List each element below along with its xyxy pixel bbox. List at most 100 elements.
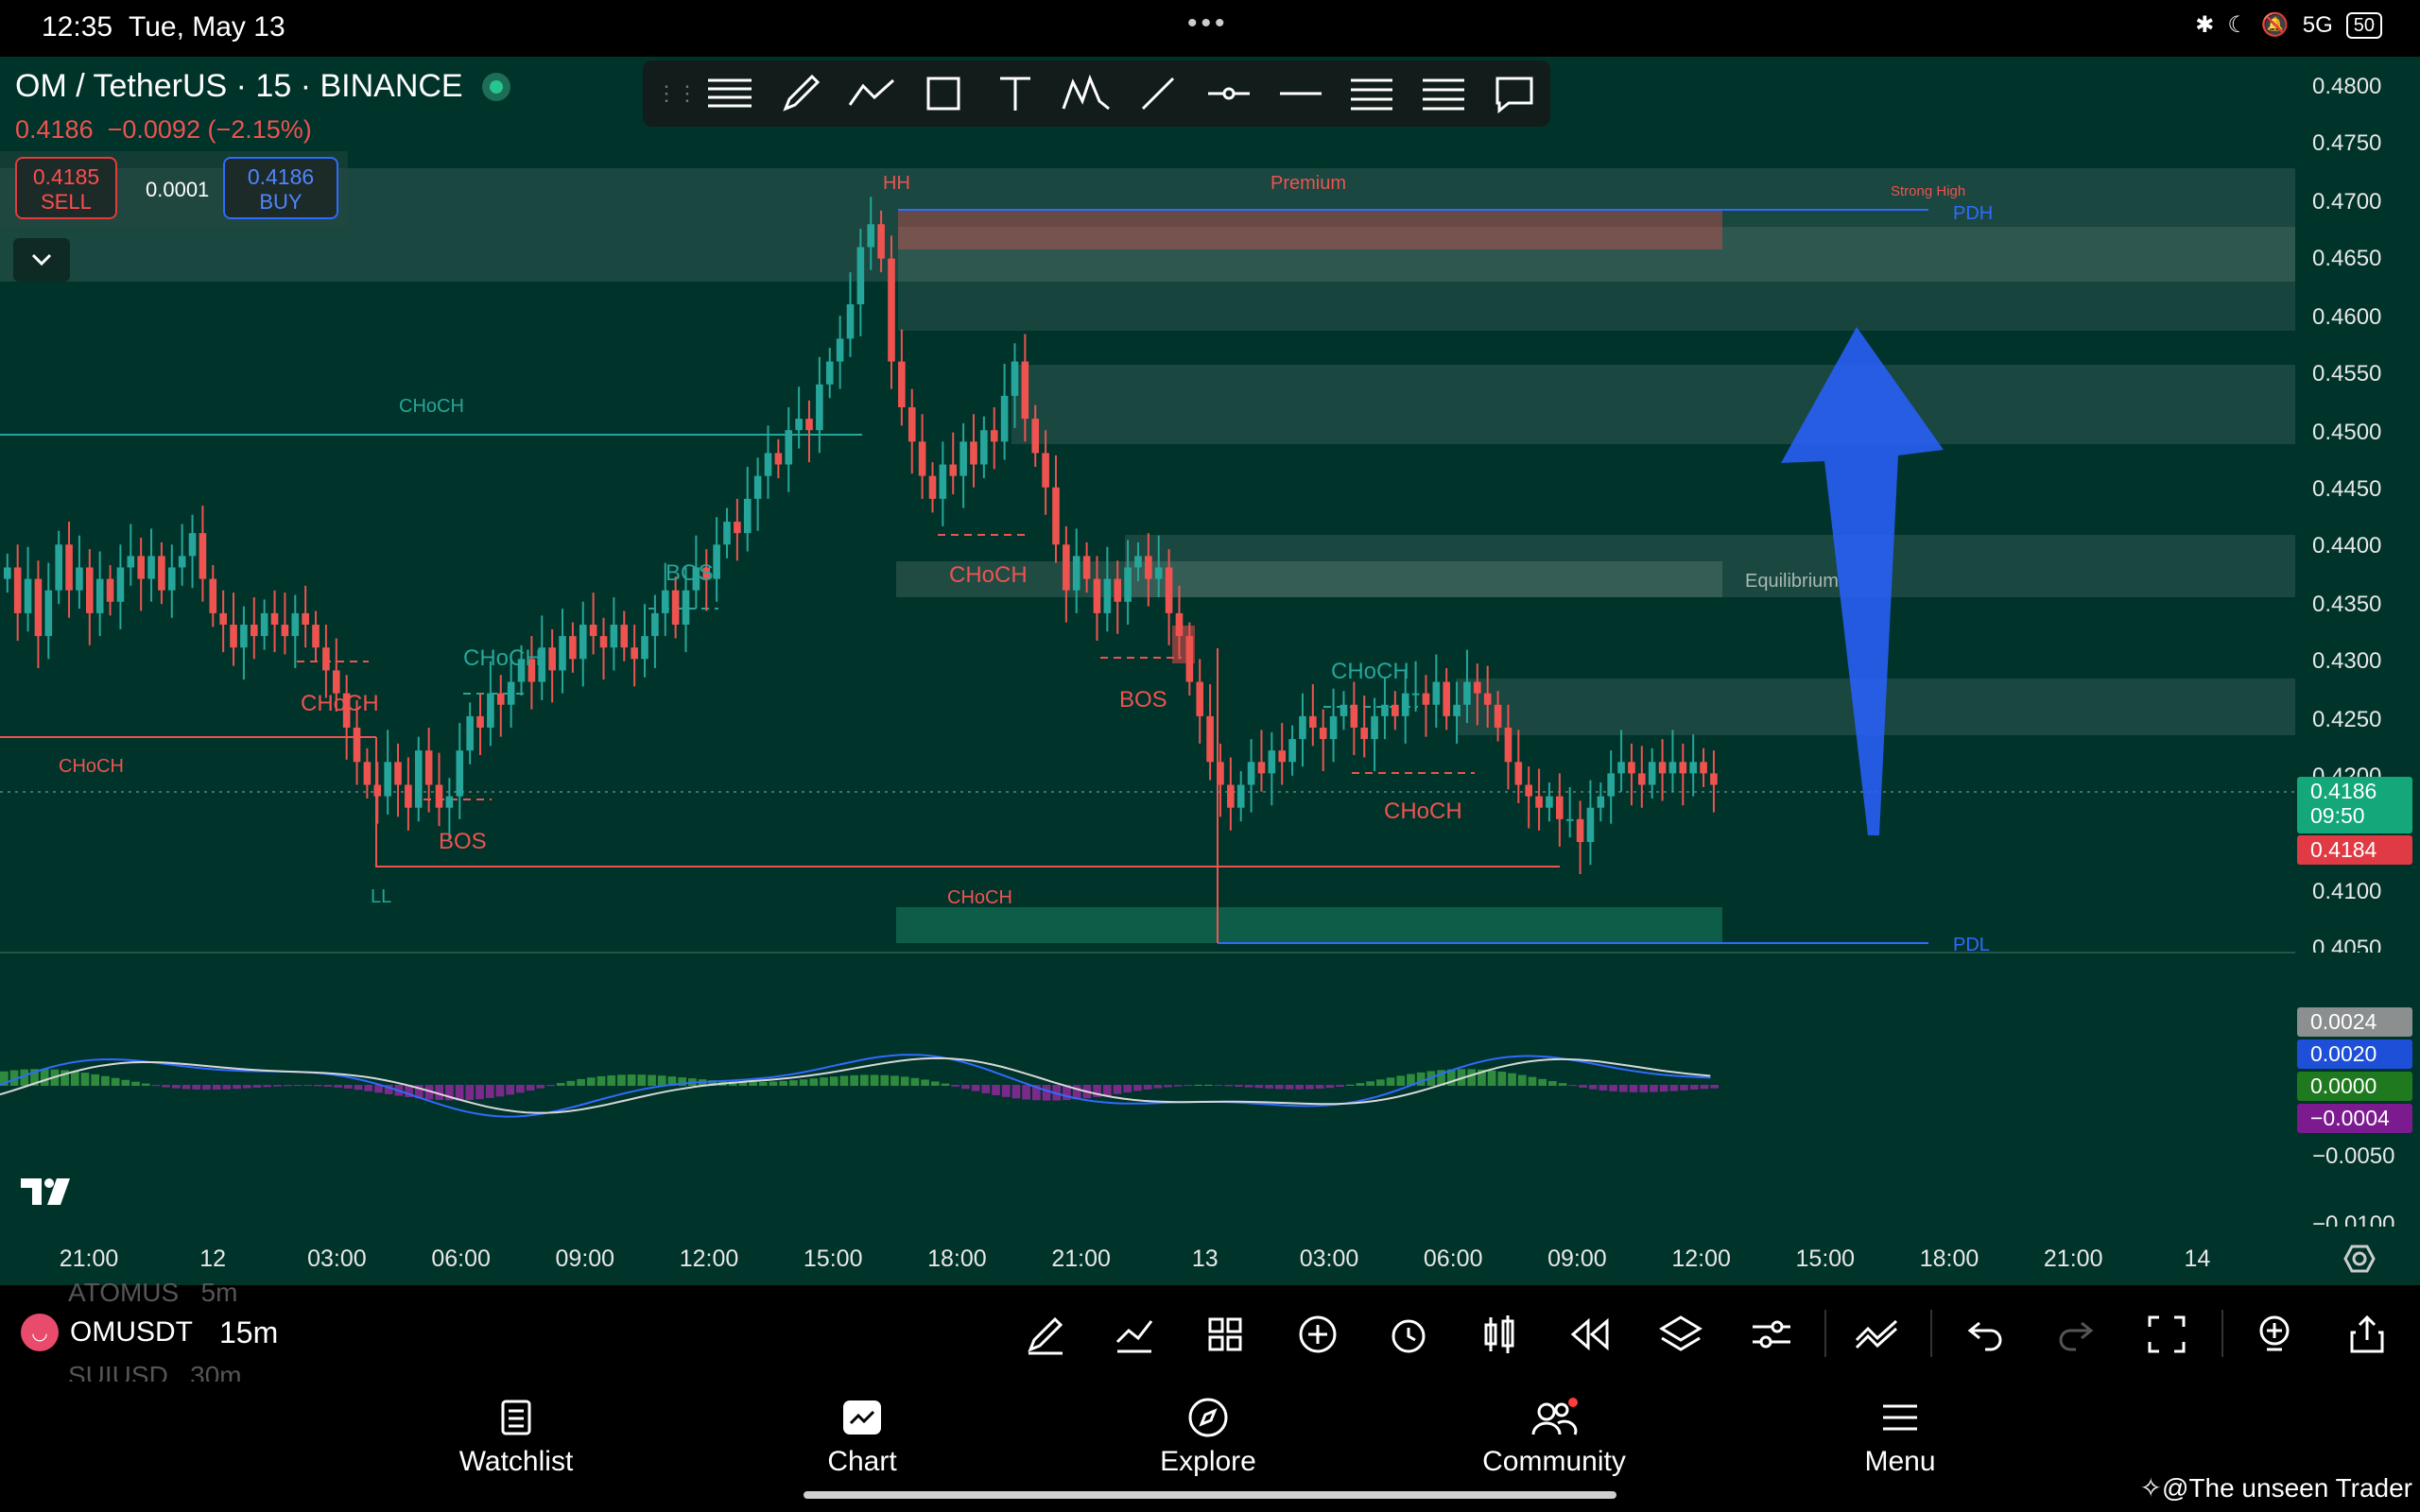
candle-body [414, 750, 423, 808]
label-bos-1: BOS [666, 560, 714, 586]
buy-button[interactable]: 0.4186 BUY [223, 157, 338, 219]
nav-explore[interactable]: Explore [1114, 1395, 1303, 1478]
symbol-header[interactable]: OM / TetherUS · 15 · BINANCE [15, 68, 510, 105]
indicators-icon[interactable] [1108, 1308, 1161, 1361]
macd-histogram-bar [162, 1085, 170, 1088]
chart-type-icon[interactable] [1473, 1308, 1526, 1361]
chart-canvas[interactable]: HH Premium Strong High PDH CHoCH BOS CHo… [0, 57, 2420, 1285]
macd-histogram-bar [131, 1081, 140, 1086]
macd-histogram-bar [1538, 1078, 1547, 1086]
macd-axis-lower: −0.0100 [2312, 1211, 2395, 1227]
candle-body [651, 612, 659, 637]
pencil-icon[interactable] [1019, 1308, 1072, 1361]
macd-histogram-bar [890, 1075, 899, 1086]
macd-histogram-bar [1265, 1085, 1273, 1089]
trend-line-icon[interactable] [1122, 65, 1194, 122]
candle-body [291, 612, 300, 637]
settings-sliders-icon[interactable] [1745, 1308, 1798, 1361]
candle-body [1668, 762, 1677, 774]
chart-pane[interactable]: HH Premium Strong High PDH CHoCH BOS CHo… [0, 57, 2420, 1285]
macd-histogram-bar [475, 1085, 484, 1100]
time-label: 21:00 [59, 1246, 119, 1272]
fullscreen-icon[interactable] [2140, 1308, 2193, 1361]
more-dots-icon[interactable]: ••• [1187, 8, 1229, 40]
alert-clock-icon[interactable] [1382, 1308, 1435, 1361]
add-symbol-icon[interactable] [1291, 1308, 1344, 1361]
macd-histogram-bar [121, 1079, 130, 1086]
macd-histogram-bar [1022, 1085, 1030, 1100]
candle-body [990, 430, 998, 442]
candle-body [1576, 818, 1584, 843]
candle-body [774, 453, 783, 465]
time-label: 12:00 [1671, 1246, 1731, 1272]
undo-icon[interactable] [1959, 1308, 2012, 1361]
horizontal-ray-icon[interactable] [1194, 65, 1266, 122]
macd-histogram-bar [617, 1074, 626, 1086]
nav-chart[interactable]: Chart [768, 1395, 957, 1478]
lines-icon[interactable] [694, 65, 766, 122]
path-icon[interactable] [837, 65, 908, 122]
macd-histogram-bar [91, 1074, 100, 1086]
candle-body [487, 693, 494, 728]
sell-button[interactable]: 0.4185 SELL [15, 157, 117, 219]
sell-price: 0.4185 [32, 164, 100, 189]
current-symbol[interactable]: OMUSDT [70, 1316, 193, 1349]
candle-body [723, 522, 731, 545]
home-indicator[interactable] [804, 1491, 1616, 1499]
nav-menu[interactable]: Menu [1806, 1395, 1995, 1478]
candle-body [394, 762, 402, 785]
candle-body [445, 796, 454, 808]
share-icon[interactable] [2341, 1308, 2394, 1361]
symbol-title[interactable]: OM / TetherUS · 15 · BINANCE [15, 68, 463, 105]
candle-body [1422, 693, 1430, 705]
trading-icon[interactable] [1851, 1308, 1904, 1361]
time-label: 09:00 [1547, 1246, 1607, 1272]
candle-body [1443, 681, 1451, 716]
drag-handle-icon[interactable]: ⋮⋮ [656, 81, 698, 106]
candle-body [65, 544, 73, 591]
macd-histogram-bar [313, 1085, 322, 1087]
candle-body [250, 625, 258, 637]
drawing-toolbar[interactable]: ⋮⋮ [643, 60, 1550, 127]
nav-watchlist[interactable]: Watchlist [422, 1395, 611, 1478]
last-price: 0.4186 [15, 115, 94, 144]
buy-price: 0.4186 [247, 164, 315, 189]
macd-histogram-bar [1558, 1083, 1567, 1086]
candle-body [1103, 578, 1112, 613]
candle-body [178, 556, 186, 568]
rectangle-icon[interactable] [908, 65, 980, 122]
candle-body [1227, 784, 1235, 808]
horizontal-line-icon[interactable] [1265, 65, 1337, 122]
replay-icon[interactable] [1564, 1308, 1616, 1361]
macd-histogram-bar [1123, 1085, 1132, 1093]
label-pdh: PDH [1953, 203, 1993, 224]
bell-off-icon: 🔕 [2260, 12, 2290, 38]
collapse-button[interactable] [13, 238, 70, 282]
watermark-logo-icon: ✧ [2139, 1473, 2162, 1503]
candle-body [1648, 762, 1656, 785]
comment-icon[interactable] [1479, 65, 1551, 122]
fib-ext-icon[interactable] [1408, 65, 1479, 122]
layers-icon[interactable] [1654, 1308, 1707, 1361]
candle-body [127, 556, 135, 568]
layout-grid-icon[interactable] [1199, 1308, 1252, 1361]
symbol-switcher[interactable]: ◡ OMUSDT [21, 1314, 193, 1351]
interval-selector[interactable]: 15m [219, 1315, 278, 1350]
price-label: 0.4750 [2312, 130, 2382, 156]
time-label: 21:00 [2043, 1246, 2103, 1272]
text-icon[interactable] [979, 65, 1051, 122]
pattern-icon[interactable] [1051, 65, 1123, 122]
price-label: 0.4600 [2312, 304, 2382, 330]
candle-body [846, 304, 855, 339]
candle-body [435, 784, 443, 808]
candle-body [1236, 784, 1245, 808]
fib-icon[interactable] [1337, 65, 1409, 122]
candle-body [867, 224, 875, 248]
nav-community[interactable]: Community [1460, 1395, 1649, 1478]
macd-histogram-bar [1366, 1081, 1374, 1086]
redo-icon[interactable] [2049, 1308, 2102, 1361]
brush-icon[interactable] [766, 65, 838, 122]
publish-idea-icon[interactable] [2248, 1308, 2301, 1361]
settings-gear-icon[interactable] [2331, 1232, 2388, 1285]
macd-histogram-bar [1204, 1084, 1213, 1086]
